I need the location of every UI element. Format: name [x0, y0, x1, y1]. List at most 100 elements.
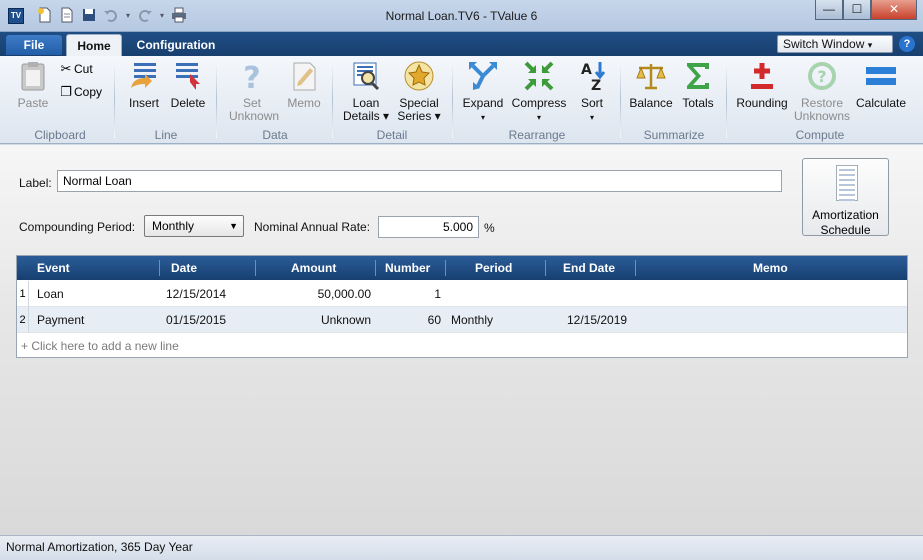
column-header-number[interactable]: Number: [385, 256, 430, 280]
delete-icon: [176, 63, 200, 90]
window-title: Normal Loan.TV6 - TValue 6: [385, 9, 538, 23]
grid-header: Event Date Amount Number Period End Date…: [17, 256, 907, 280]
nominal-rate-input[interactable]: 5.000: [378, 216, 479, 238]
switch-window-button[interactable]: Switch Window ▾: [777, 35, 893, 53]
cell-event[interactable]: Loan: [37, 281, 64, 307]
special-series-button[interactable]: Special Series ▾: [396, 60, 442, 123]
rounding-button[interactable]: Rounding: [734, 60, 790, 110]
magnifier-icon: [353, 62, 380, 91]
ribbon: Paste ✂ Cut ❐ Copy Clipboard Insert Delete…: [0, 56, 923, 144]
column-header-amount[interactable]: Amount: [291, 256, 336, 280]
compounding-period-select[interactable]: Monthly ▼: [144, 215, 244, 237]
cell-amount[interactable]: 50,000.00: [257, 281, 371, 307]
group-label-line: Line: [154, 128, 178, 142]
svg-text:Z: Z: [591, 78, 601, 92]
ribbon-tab-bar: File Home Configuration Switch Window ▾ …: [0, 32, 923, 56]
row-number: 1: [17, 281, 29, 307]
main-content: Label: Normal Loan Compounding Period: M…: [0, 145, 923, 535]
group-separator: [332, 62, 333, 138]
cell-number[interactable]: 1: [377, 281, 441, 307]
expand-arrows-icon: [469, 62, 497, 90]
group-label-data: Data: [262, 128, 288, 142]
memo-button[interactable]: Memo: [284, 60, 324, 110]
tab-configuration[interactable]: Configuration: [128, 34, 224, 56]
close-button[interactable]: ✕: [871, 0, 917, 20]
switch-window-label: Switch Window: [783, 37, 865, 51]
cell-date[interactable]: 12/15/2014: [166, 281, 226, 307]
table-row[interactable]: 2 Payment 01/15/2015 Unknown 60 Monthly …: [17, 307, 907, 333]
cell-date[interactable]: 01/15/2015: [166, 307, 226, 333]
plus-minus-icon: [751, 63, 773, 89]
group-label-detail: Detail: [376, 128, 408, 142]
cell-end-date[interactable]: 12/15/2019: [567, 307, 627, 333]
title-bar: TV ▾ ▾ Normal Loan.TV6 - TValue 6 — ☐ ✕: [0, 0, 923, 32]
question-mark-icon: ?: [243, 61, 260, 92]
group-label-compute: Compute: [795, 128, 845, 142]
copy-icon: ❐: [60, 84, 72, 99]
help-icon[interactable]: ?: [899, 36, 915, 52]
group-separator: [114, 62, 115, 138]
cell-amount[interactable]: Unknown: [257, 307, 371, 333]
label-input[interactable]: Normal Loan: [57, 170, 782, 192]
star-icon: [404, 61, 434, 91]
chevron-down-icon: ▾: [867, 40, 873, 50]
group-separator: [452, 62, 453, 138]
sort-az-icon: AZ: [581, 62, 606, 92]
status-bar: Normal Amortization, 365 Day Year: [0, 535, 923, 560]
cell-number[interactable]: 60: [377, 307, 441, 333]
cash-flow-grid: Event Date Amount Number Period End Date…: [16, 255, 908, 358]
svg-text:?: ?: [817, 67, 826, 86]
chevron-down-icon: ▾: [480, 113, 485, 122]
insert-button[interactable]: Insert: [124, 60, 164, 110]
restore-icon: ?: [808, 62, 836, 90]
paste-icon: [21, 62, 45, 91]
svg-text:A: A: [581, 62, 592, 78]
column-header-end-date[interactable]: End Date: [563, 256, 615, 280]
paste-button[interactable]: Paste: [12, 60, 54, 110]
column-header-period[interactable]: Period: [475, 256, 512, 280]
svg-text:?: ?: [243, 61, 260, 92]
expand-button[interactable]: Expand ▾: [460, 60, 506, 124]
memo-icon: [293, 62, 316, 91]
add-new-line-row[interactable]: + Click here to add a new line: [17, 334, 907, 358]
group-label-summarize: Summarize: [643, 128, 705, 142]
restore-unknowns-button[interactable]: ? Restore Unknowns: [792, 60, 852, 123]
column-header-memo[interactable]: Memo: [753, 256, 788, 280]
cell-event[interactable]: Payment: [37, 307, 84, 333]
table-row[interactable]: 1 Loan 12/15/2014 50,000.00 1: [17, 281, 907, 307]
tab-home[interactable]: Home: [66, 34, 122, 56]
chevron-down-icon: ▾: [589, 113, 594, 122]
maximize-button[interactable]: ☐: [843, 0, 871, 20]
column-header-event[interactable]: Event: [37, 256, 70, 280]
column-header-date[interactable]: Date: [171, 256, 197, 280]
chevron-down-icon: ▾: [536, 113, 541, 122]
calculate-button[interactable]: Calculate: [854, 60, 908, 110]
delete-button[interactable]: Delete: [168, 60, 208, 110]
nominal-rate-caption: Nominal Annual Rate:: [254, 220, 371, 234]
copy-button[interactable]: ❐ Copy: [58, 83, 102, 101]
sort-button[interactable]: AZ Sort ▾: [572, 60, 612, 124]
window-controls: — ☐ ✕: [815, 0, 917, 20]
percent-unit: %: [484, 221, 495, 235]
amortization-schedule-button[interactable]: Amortization Schedule: [802, 158, 889, 237]
totals-button[interactable]: Totals: [678, 60, 718, 110]
group-label-clipboard: Clipboard: [34, 128, 86, 142]
balance-button[interactable]: Balance: [628, 60, 674, 110]
chevron-down-icon: ▼: [229, 221, 238, 231]
cut-button[interactable]: ✂ Cut: [58, 60, 93, 78]
compress-button[interactable]: Compress ▾: [510, 60, 568, 124]
group-separator: [620, 62, 621, 138]
minimize-button[interactable]: —: [815, 0, 843, 20]
sigma-icon: [687, 63, 709, 89]
label-caption: Label:: [19, 176, 52, 190]
group-separator: [726, 62, 727, 138]
group-label-rearrange: Rearrange: [508, 128, 566, 142]
schedule-document-icon: [836, 165, 858, 201]
loan-details-button[interactable]: Loan Details ▾: [340, 60, 392, 123]
tab-file[interactable]: File: [6, 35, 62, 55]
insert-icon: [131, 63, 156, 88]
set-unknown-button[interactable]: ? Set Unknown: [224, 60, 280, 123]
cell-period[interactable]: Monthly: [451, 307, 493, 333]
scales-icon: [636, 64, 666, 90]
group-separator: [216, 62, 217, 138]
